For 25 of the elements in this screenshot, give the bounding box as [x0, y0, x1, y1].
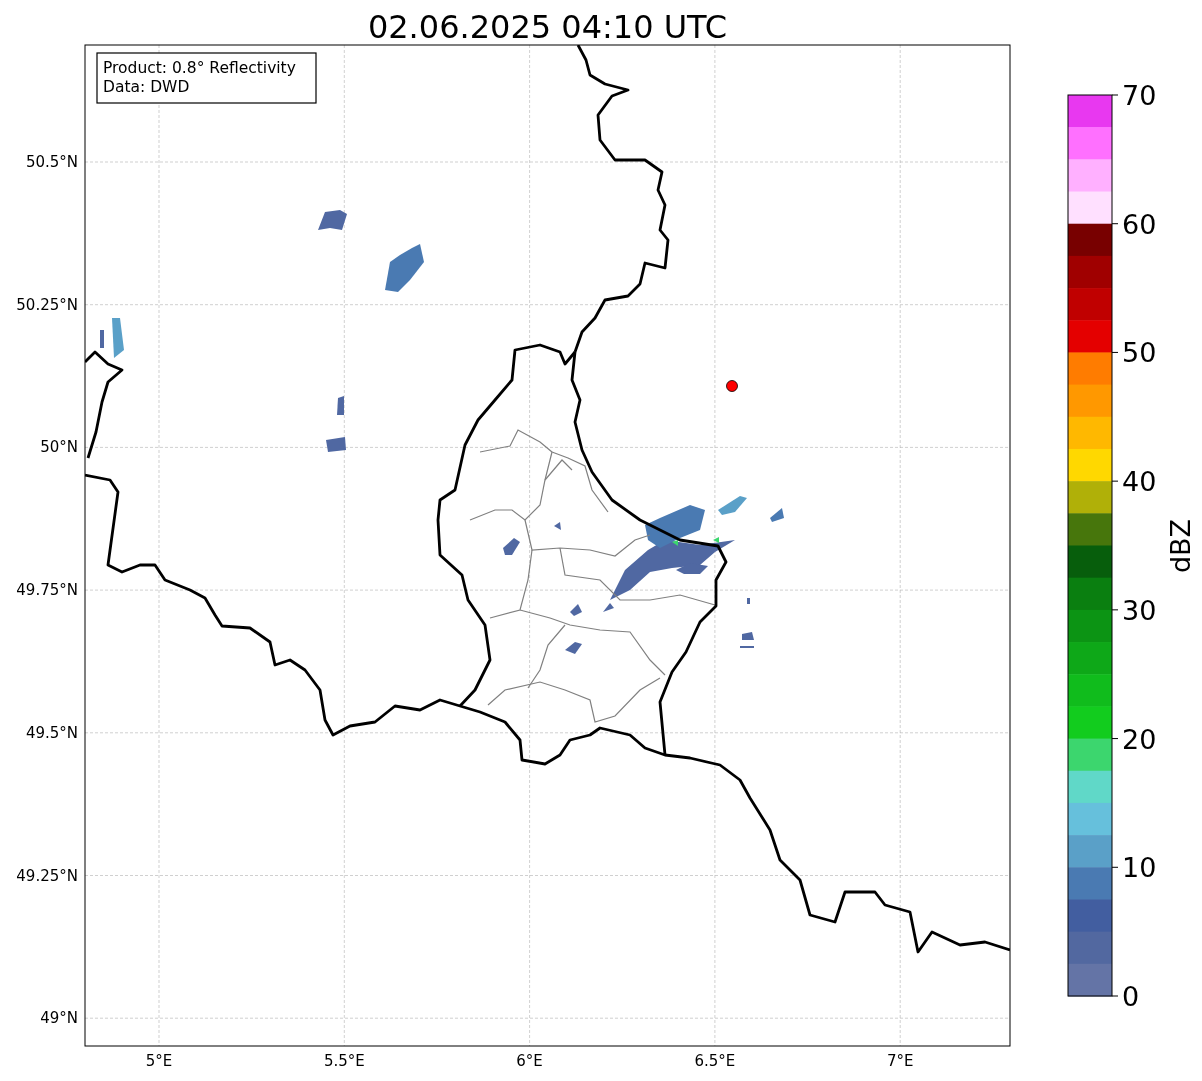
latitude-label: 49.75°N — [16, 581, 78, 600]
info-text: Data: DWD — [103, 78, 190, 96]
latitude-label: 50.5°N — [25, 153, 78, 171]
colorbar-tick-label: 60 — [1122, 208, 1157, 240]
longitude-label: 5.5°E — [323, 1052, 365, 1070]
colorbar-tick-label: 20 — [1122, 723, 1157, 755]
chart-title: 02.06.2025 04:10 UTC — [367, 8, 728, 46]
longitude-label: 6.5°E — [694, 1052, 736, 1070]
colorbar-tick-label: 30 — [1122, 594, 1157, 626]
latitude-label: 50.25°N — [16, 295, 78, 314]
colorbar-label: dBZ — [1165, 518, 1196, 574]
colorbar-tick-label: 70 — [1122, 80, 1157, 111]
colorbar-tick-label: 40 — [1122, 466, 1157, 498]
longitude-label: 5°E — [145, 1052, 173, 1070]
colorbar-tick-label: 50 — [1122, 337, 1157, 369]
colorbar-tick-label: 0 — [1122, 981, 1140, 1012]
colorbar-tick-label: 10 — [1122, 852, 1157, 884]
longitude-label: 6°E — [516, 1052, 543, 1070]
info-text: Product: 0.8° Reflectivity — [103, 59, 296, 77]
location-marker — [726, 380, 738, 392]
latitude-label: 49°N — [40, 1009, 78, 1028]
longitude-label: 7°E — [886, 1052, 914, 1070]
latitude-label: 49.25°N — [16, 866, 78, 885]
latitude-label: 49.5°N — [25, 723, 78, 742]
latitude-label: 50°N — [40, 438, 78, 457]
